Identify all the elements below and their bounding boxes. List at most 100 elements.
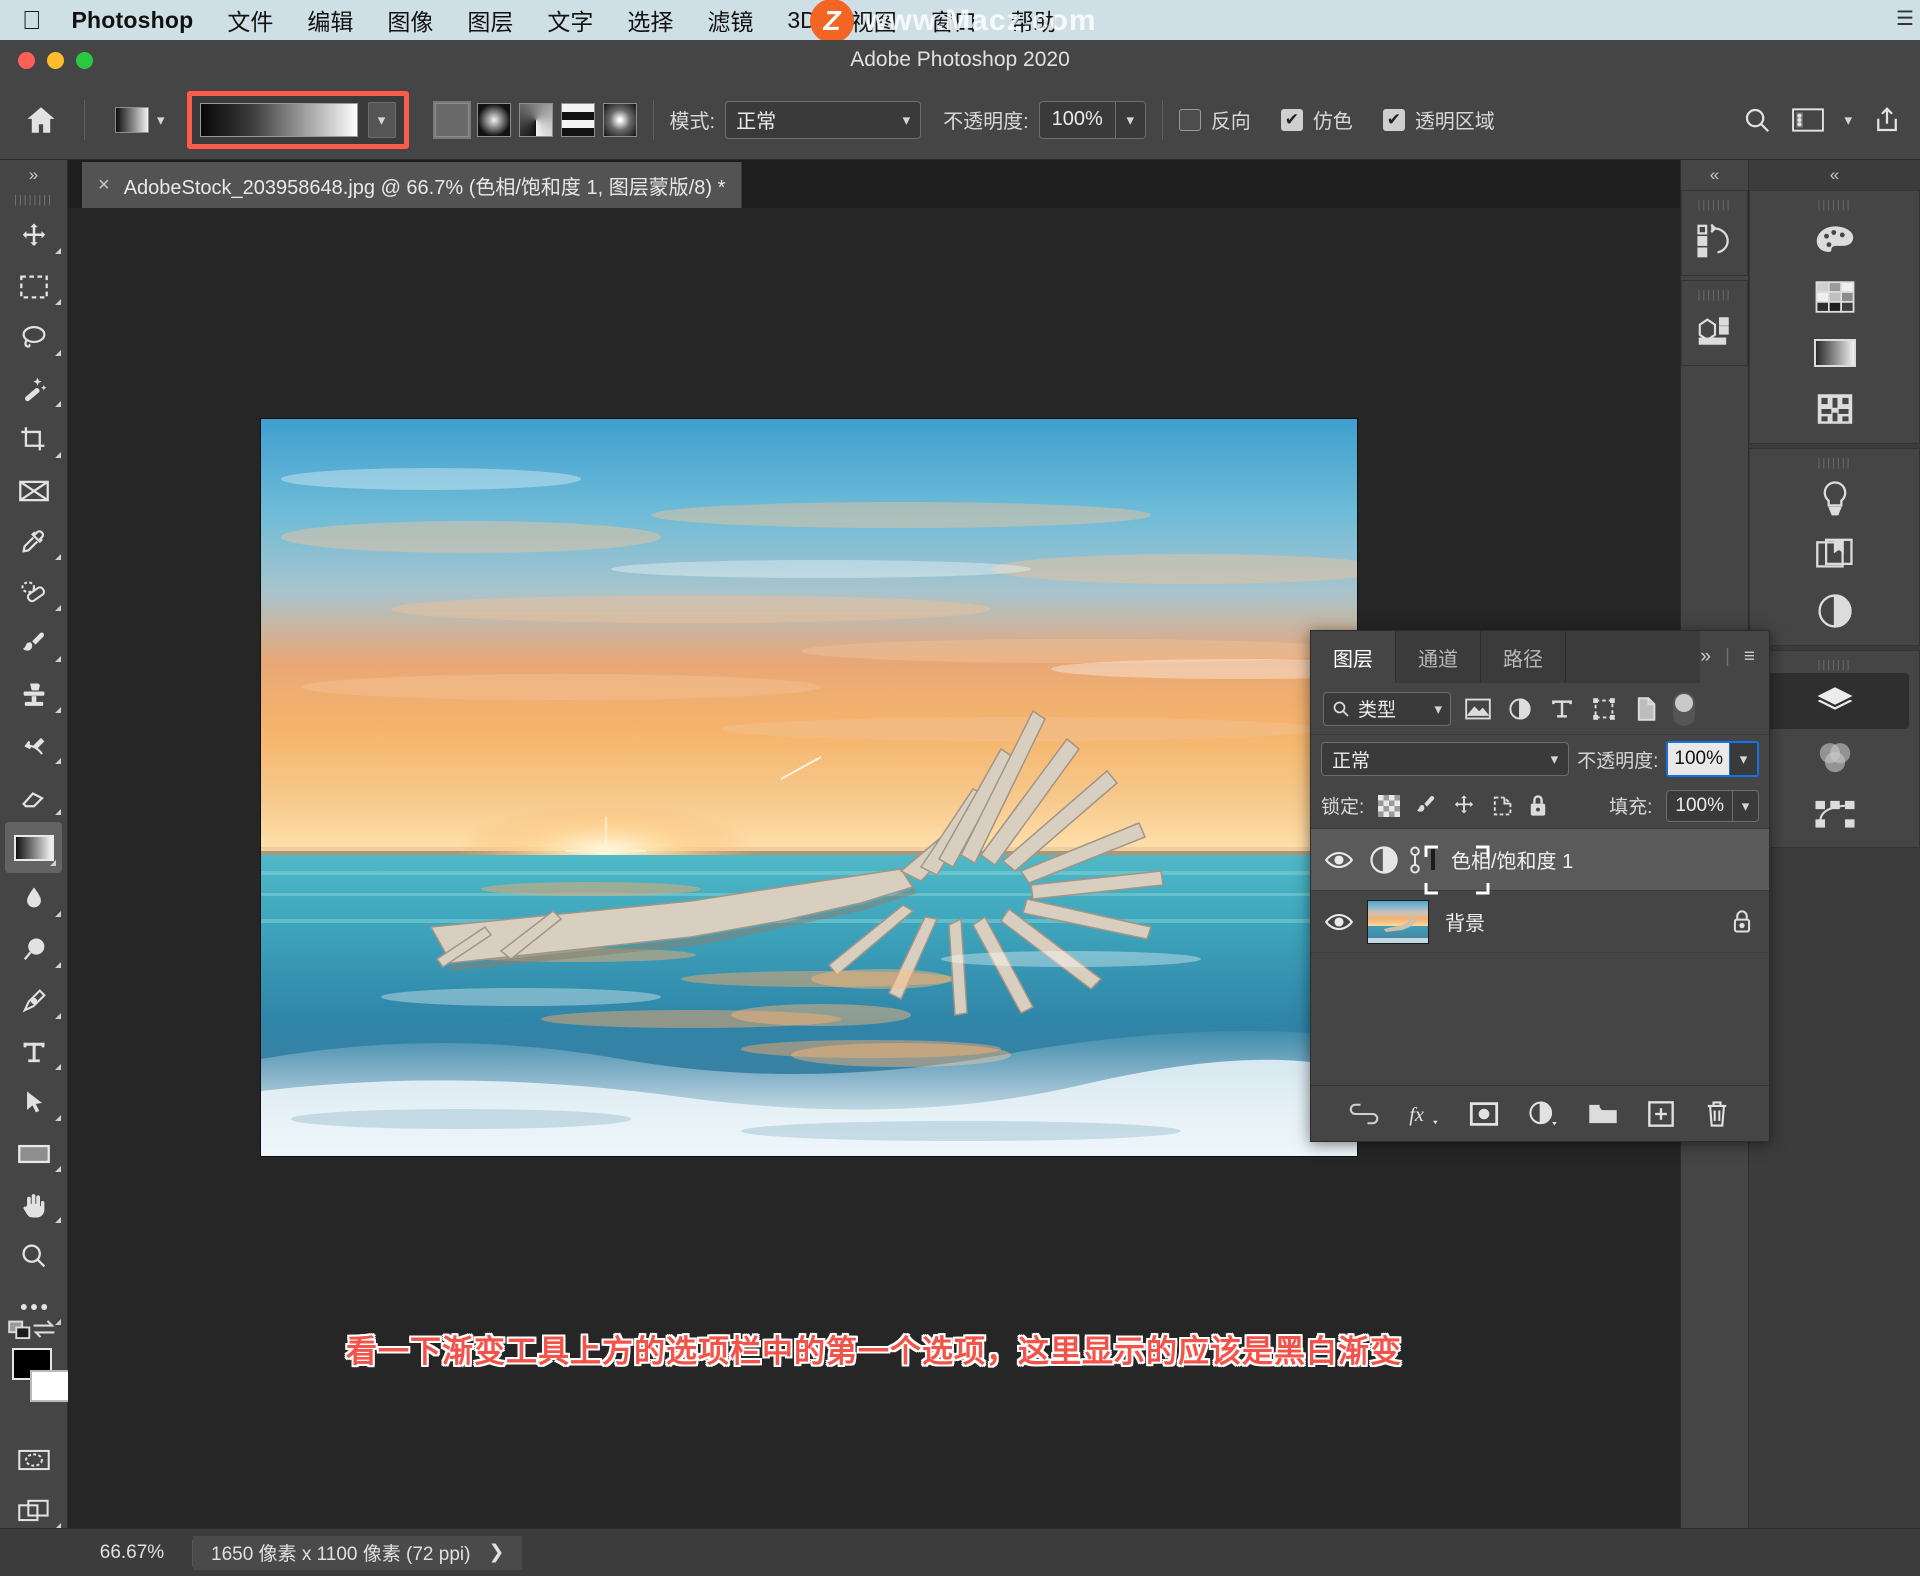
panel-menu-button[interactable]: ≡ [1744,646,1755,668]
history-brush-tool[interactable] [0,720,67,771]
gradient-preset-picker[interactable]: ▾ [115,106,165,133]
channels-icon[interactable] [1750,729,1919,785]
eraser-tool[interactable] [0,771,67,822]
gradient-editor-swatch[interactable] [199,102,358,137]
lasso-tool[interactable] [0,312,67,363]
hand-tool[interactable] [0,1179,67,1230]
tools-collapse-button[interactable]: » [0,160,67,190]
workspace-icon[interactable] [1792,107,1825,133]
pen-tool[interactable] [0,975,67,1026]
filter-adjustment-icon[interactable] [1505,694,1535,724]
lock-artboard-icon[interactable] [1490,794,1514,818]
menu-app-name[interactable]: Photoshop [72,7,194,34]
menu-item-view[interactable]: 视图 [851,3,897,37]
background-color-swatch[interactable] [30,1370,70,1402]
swap-colors-icon[interactable] [29,1318,59,1340]
chevron-down-icon[interactable]: ▾ [157,111,165,129]
panel-grip[interactable]: ||||||| [1750,657,1919,673]
reverse-checkbox[interactable] [1178,108,1201,131]
clone-stamp-tool[interactable] [0,669,67,720]
menu-item-file[interactable]: 文件 [227,3,273,37]
menu-item-layer[interactable]: 图层 [467,3,513,37]
menu-item-window[interactable]: 窗口 [931,3,977,37]
new-group-icon[interactable] [1587,1101,1619,1127]
panel-grip[interactable]: ||||||| [1750,455,1919,471]
history-icon[interactable] [1682,213,1747,269]
layers-icon[interactable] [1760,673,1909,729]
marquee-tool[interactable] [0,261,67,312]
home-icon[interactable] [14,93,68,147]
layer-visibility-icon[interactable] [1311,912,1367,932]
gradient-editor-chevron-down-icon[interactable]: ▾ [367,101,396,138]
expand-panel-button[interactable]: » [1700,646,1711,668]
gradient-type-buttons[interactable] [432,100,637,139]
filter-type-icon[interactable] [1547,694,1577,724]
menu-item-type[interactable]: 文字 [547,3,593,37]
type-tool[interactable] [0,1026,67,1077]
document-canvas[interactable] [261,419,1357,1156]
opacity-stepper-chevron-down-icon[interactable]: ▾ [1114,101,1145,138]
gradient-preset-swatch[interactable] [115,106,149,133]
minimize-window-button[interactable] [47,52,64,69]
filter-shape-icon[interactable] [1589,694,1619,724]
filter-smart-icon[interactable] [1631,694,1661,724]
apple-logo-icon[interactable]:  [22,7,42,33]
link-layers-icon[interactable] [1349,1103,1379,1125]
layer-style-fx-icon[interactable]: fx [1407,1100,1441,1128]
tab-paths[interactable]: 路径 [1481,631,1566,683]
patterns-icon[interactable] [1750,381,1919,437]
color-palette-icon[interactable] [1750,213,1919,269]
layer-opacity-field[interactable]: 100% ▾ [1666,741,1759,777]
new-adjustment-icon[interactable] [1527,1100,1559,1128]
magic-wand-tool[interactable] [0,363,67,414]
color-swatches[interactable] [0,1320,70,1434]
lock-transparent-icon[interactable] [1378,794,1401,817]
crop-tool[interactable] [0,414,67,465]
gradient-tool[interactable] [5,822,62,873]
tools-drag-grip[interactable]: |||||||| [0,190,67,210]
gradient-type-angle[interactable] [518,102,553,137]
dodge-tool[interactable] [0,924,67,975]
gradient-type-reflected[interactable] [560,102,595,137]
window-traffic-lights[interactable] [18,52,93,69]
learn-bulb-icon[interactable] [1750,471,1919,527]
blur-tool[interactable] [0,873,67,924]
filter-pixel-icon[interactable] [1463,694,1493,724]
adjustments-icon[interactable] [1750,583,1919,639]
layer-filter-type-select[interactable]: 类型 ▾ [1323,691,1451,726]
reverse-checkbox-group[interactable]: 反向 [1178,105,1251,134]
lock-position-icon[interactable] [1452,794,1476,818]
gradient-type-linear[interactable] [432,100,471,139]
panel-grip[interactable]: ||||||| [1682,197,1747,213]
panel-grip[interactable]: ||||||| [1682,287,1747,303]
add-mask-icon[interactable] [1469,1101,1499,1127]
rail-collapse-left-button[interactable]: « [1681,160,1748,190]
share-icon[interactable] [1872,105,1902,135]
tab-layers[interactable]: 图层 [1311,631,1396,683]
close-window-button[interactable] [18,52,35,69]
status-expand-icon[interactable]: ❯ [488,1541,504,1564]
path-selection-tool[interactable] [0,1077,67,1128]
lock-all-icon[interactable] [1528,794,1548,818]
menu-item-filter[interactable]: 滤镜 [707,3,753,37]
zoom-tool[interactable] [0,1230,67,1281]
libraries-icon[interactable] [1750,527,1919,583]
3d-icon[interactable] [1682,303,1747,359]
menu-item-3d[interactable]: 3D [787,7,816,34]
rail-collapse-right-button[interactable]: « [1749,160,1920,190]
status-zoom-level[interactable]: 66.67% [72,1542,192,1564]
blend-mode-select[interactable]: 正常 ▾ [725,100,922,139]
layer-fill-chevron-down-icon[interactable]: ▾ [1732,790,1758,821]
filter-enable-toggle[interactable] [1673,691,1695,726]
search-icon[interactable] [1742,105,1772,135]
status-document-info[interactable]: 1650 像素 x 1100 像素 (72 ppi) ❯ [193,1535,523,1570]
panel-grip[interactable]: ||||||| [1750,197,1919,213]
layer-mask-thumbnail[interactable] [1424,845,1490,894]
lock-image-icon[interactable] [1414,794,1438,818]
gradient-type-radial[interactable] [476,102,511,137]
layer-thumbnail[interactable] [1367,899,1429,944]
menu-item-image[interactable]: 图像 [387,3,433,37]
layer-visibility-icon[interactable] [1311,850,1367,870]
layer-opacity-chevron-down-icon[interactable]: ▾ [1729,743,1757,775]
menu-item-edit[interactable]: 编辑 [307,3,353,37]
